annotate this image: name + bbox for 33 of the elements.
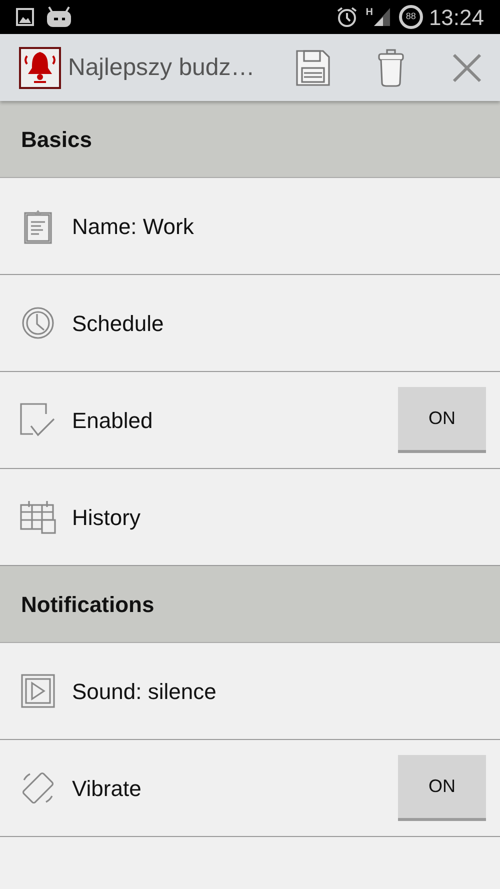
settings-item[interactable]: Name: Work xyxy=(0,178,500,275)
app-title: Najlepszy budz… xyxy=(68,52,255,82)
image-icon xyxy=(16,8,34,26)
robot-icon xyxy=(46,6,72,28)
alarm-icon xyxy=(336,6,358,28)
settings-item[interactable]: Enabled ON xyxy=(0,372,500,469)
play-icon xyxy=(21,674,55,708)
network-type: H xyxy=(366,6,373,20)
close-icon xyxy=(452,52,482,82)
section-title: Notifications xyxy=(21,590,154,618)
clock-icon xyxy=(21,306,55,340)
settings-item[interactable]: Sound: silence xyxy=(0,643,500,740)
battery-indicator: 88 xyxy=(398,5,423,29)
trash-icon xyxy=(377,48,405,86)
toggle-button[interactable]: ON xyxy=(398,387,486,453)
settings-item[interactable]: Schedule xyxy=(0,275,500,372)
settings-item[interactable]: Vibrate ON xyxy=(0,740,500,837)
item-label: Schedule xyxy=(72,310,165,338)
calendar-icon xyxy=(20,499,56,535)
clock-time: 13:24 xyxy=(428,4,484,32)
item-label: Sound: silence xyxy=(72,678,218,706)
item-label: Name: Work xyxy=(72,212,195,240)
save-icon xyxy=(296,50,330,86)
phone-rotate-icon xyxy=(20,770,56,806)
item-label: Enabled xyxy=(72,406,154,434)
section-title: Basics xyxy=(21,126,92,154)
toggle-button[interactable]: ON xyxy=(398,755,486,821)
clipboard-icon xyxy=(23,208,53,244)
app-logo xyxy=(18,46,62,90)
item-label: Vibrate xyxy=(72,774,142,802)
item-label: History xyxy=(72,504,142,532)
checkbox-icon xyxy=(19,402,57,438)
signal-icon xyxy=(372,7,391,27)
